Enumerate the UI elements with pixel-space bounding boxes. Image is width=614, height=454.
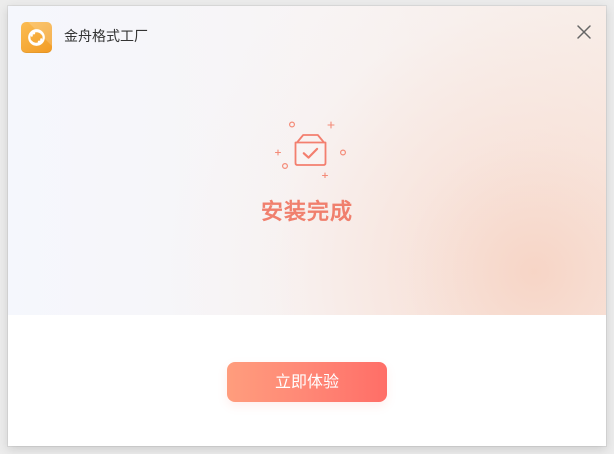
install-complete-illustration-icon — [274, 120, 350, 179]
close-icon — [577, 25, 591, 39]
success-hero: 金舟格式工厂 安装完成 — [8, 6, 606, 315]
title-bar: 金舟格式工厂 — [8, 6, 606, 56]
close-button[interactable] — [573, 21, 595, 43]
installer-window: 金舟格式工厂 安装完成 立即体验 — [8, 6, 606, 446]
app-logo-icon — [21, 22, 52, 53]
window-title: 金舟格式工厂 — [64, 29, 148, 45]
try-now-button[interactable]: 立即体验 — [227, 362, 387, 402]
install-complete-text: 安装完成 — [260, 200, 353, 225]
action-panel: 立即体验 — [8, 315, 606, 446]
